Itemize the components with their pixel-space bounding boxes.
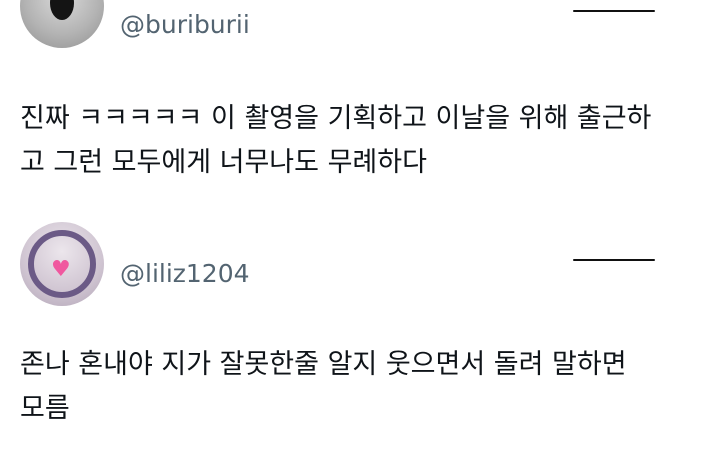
post-text-line: 모름 (20, 393, 70, 424)
avatar[interactable]: ♥ (20, 222, 104, 306)
avatar-shape (50, 0, 74, 20)
post-text-line: 진짜 ㅋㅋㅋㅋㅋ 이 촬영을 기획하고 이날을 위해 출근하 (20, 103, 652, 134)
post-text: 존나 혼내야 지가 잘못한줄 알지 웃으면서 돌려 말하면 모름 (20, 343, 710, 431)
post-text-line: 고 그런 모두에게 너무나도 무례하다 (20, 147, 427, 178)
heart-icon: ♥ (51, 257, 71, 282)
avatar[interactable] (20, 0, 104, 48)
more-options-line[interactable] (573, 259, 655, 261)
user-handle[interactable]: @liliz1204 (120, 259, 250, 288)
post-text-line: 존나 혼내야 지가 잘못한줄 알지 웃으면서 돌려 말하면 (20, 349, 627, 380)
user-handle[interactable]: @buriburii (120, 10, 250, 39)
post-text: 진짜 ㅋㅋㅋㅋㅋ 이 촬영을 기획하고 이날을 위해 출근하 고 그런 모두에게… (20, 97, 710, 185)
more-options-line[interactable] (573, 10, 655, 12)
